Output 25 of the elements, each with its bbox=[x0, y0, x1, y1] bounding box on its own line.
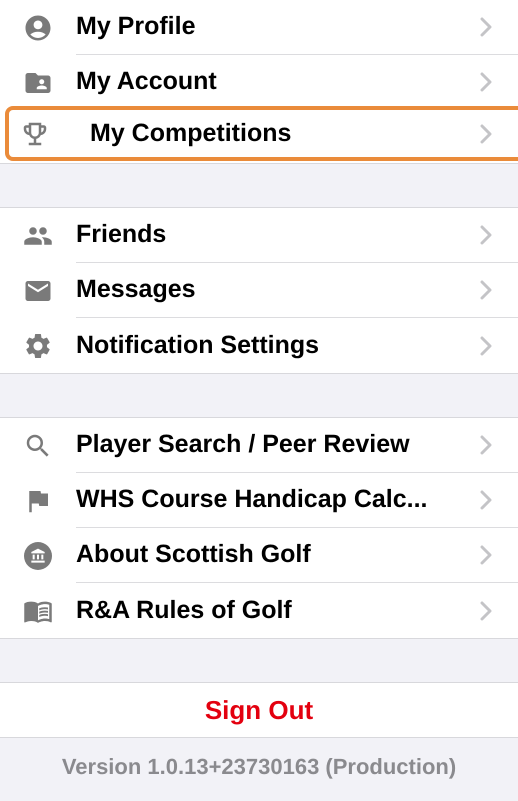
menu-item-label: My Competitions bbox=[90, 118, 292, 149]
chevron-icon bbox=[480, 17, 492, 37]
sign-out-button[interactable]: Sign Out bbox=[204, 690, 314, 730]
menu-item-label: Player Search / Peer Review bbox=[76, 429, 411, 460]
menu-item[interactable]: My Competitions bbox=[5, 106, 518, 161]
person-icon bbox=[23, 12, 53, 42]
chevron-icon bbox=[480, 600, 492, 620]
chevron-icon bbox=[480, 435, 492, 455]
chevron-icon bbox=[480, 490, 492, 510]
menu-item-label: Notification Settings bbox=[76, 330, 320, 361]
chevron-icon bbox=[480, 124, 492, 144]
chevron-icon bbox=[480, 225, 492, 245]
menu-item-label: About Scottish Golf bbox=[76, 539, 312, 570]
bank-icon bbox=[24, 542, 52, 570]
chevron-icon bbox=[480, 545, 492, 565]
menu-item-label: R&A Rules of Golf bbox=[76, 594, 293, 626]
chevron-icon bbox=[480, 280, 492, 300]
menu-item-label: Friends bbox=[76, 219, 168, 250]
menu-item-label: My Account bbox=[76, 66, 218, 98]
version-text: Version 1.0.13+23730163 (Production) bbox=[62, 753, 456, 781]
chevron-icon bbox=[480, 72, 492, 92]
menu-item-label: My Profile bbox=[76, 11, 196, 42]
menu-item-label: Messages bbox=[76, 274, 197, 306]
menu-item-label: WHS Course Handicap Calc... bbox=[76, 484, 428, 516]
chevron-icon bbox=[480, 336, 492, 356]
